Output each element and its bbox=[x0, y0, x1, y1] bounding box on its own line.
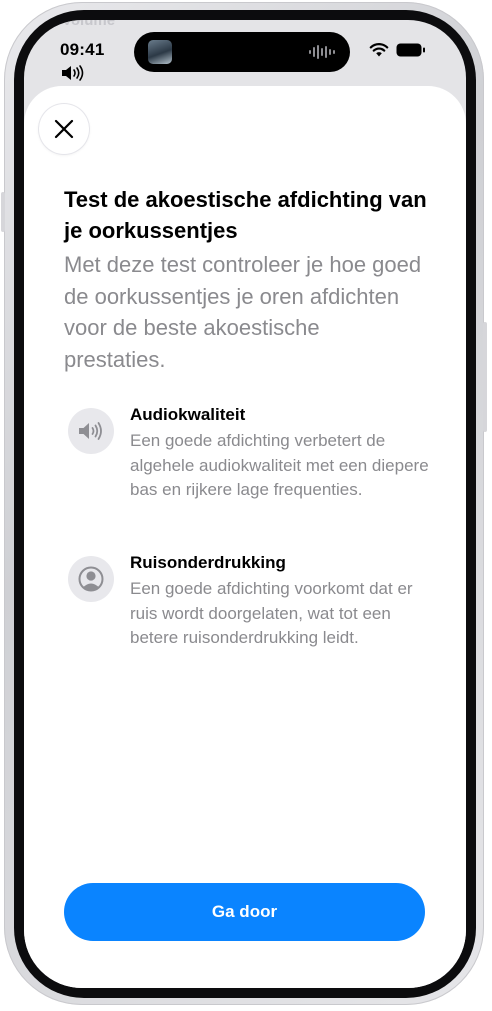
modal-sheet: Test de akoestische afdichting van je oo… bbox=[24, 86, 466, 988]
now-playing-artwork bbox=[148, 40, 172, 64]
feature-title: Audiokwaliteit bbox=[130, 405, 246, 424]
feature-description: Een goede afdichting voorkomt dat er rui… bbox=[130, 579, 413, 647]
close-button[interactable] bbox=[39, 104, 89, 154]
side-button-right bbox=[483, 322, 487, 432]
continue-button[interactable]: Ga door bbox=[64, 883, 425, 941]
screen: Volume 09:41 Test de akoestische afdicht… bbox=[24, 20, 466, 988]
feature-description: Een goede afdichting verbetert de algehe… bbox=[130, 431, 429, 499]
wifi-icon bbox=[369, 43, 389, 57]
volume-speaker-icon bbox=[62, 65, 84, 81]
sheet-subtitle: Met deze test controleer je hoe goed de … bbox=[64, 252, 422, 372]
sheet-title: Test de akoestische afdichting van je oo… bbox=[64, 187, 427, 243]
battery-icon bbox=[396, 43, 425, 57]
status-time: 09:41 bbox=[60, 40, 105, 59]
status-bar: Volume 09:41 bbox=[24, 20, 466, 90]
noise-cancellation-icon bbox=[68, 556, 114, 602]
feature-title: Ruisonderdrukking bbox=[130, 553, 286, 572]
speaker-wave-icon bbox=[68, 408, 114, 454]
volume-label: Volume bbox=[62, 20, 116, 29]
dynamic-island[interactable] bbox=[134, 32, 350, 72]
side-button-left bbox=[1, 192, 5, 232]
audio-waveform-icon bbox=[309, 45, 335, 59]
close-icon bbox=[54, 119, 74, 139]
